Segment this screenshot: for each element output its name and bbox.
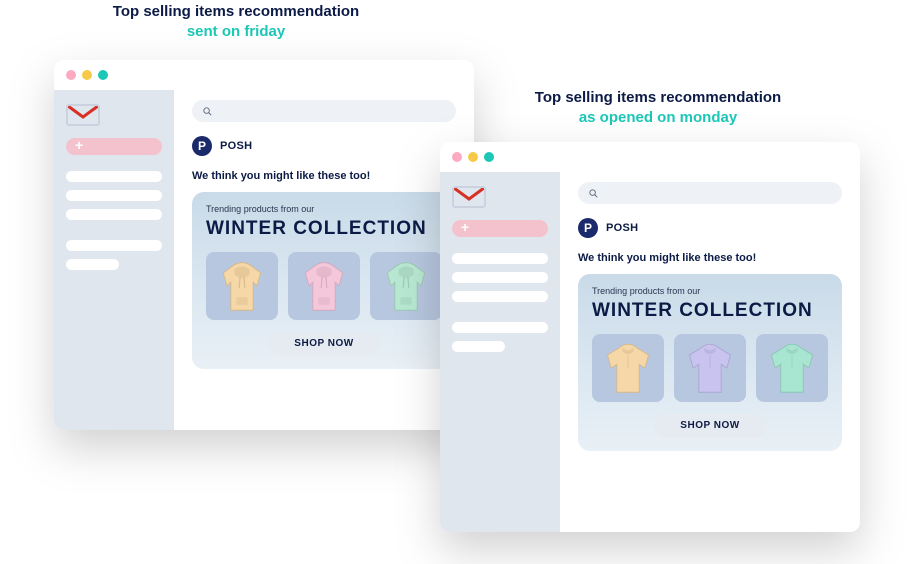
window-body: P POSH We think you might like these too…: [54, 90, 474, 430]
pullover-icon: [600, 340, 656, 396]
search-icon: [202, 106, 213, 117]
hoodie-icon: [378, 258, 434, 314]
nav-item[interactable]: [452, 341, 505, 352]
product-card[interactable]: [592, 334, 664, 402]
hoodie-icon: [214, 258, 270, 314]
titlebar: [54, 60, 474, 90]
nav-group-1: [66, 171, 162, 220]
gmail-icon: [66, 102, 100, 128]
window-min-dot[interactable]: [82, 70, 92, 80]
nav-item[interactable]: [66, 209, 162, 220]
banner-title: WINTER COLLECTION: [592, 300, 828, 322]
search-input[interactable]: [192, 100, 456, 122]
banner-title: WINTER COLLECTION: [206, 218, 442, 240]
annotation-right: Top selling items recommendation as open…: [498, 88, 818, 129]
email-subject: We think you might like these too!: [192, 170, 456, 182]
nav-item[interactable]: [66, 171, 162, 182]
mail-sidebar: [440, 172, 560, 532]
compose-button[interactable]: [66, 138, 162, 155]
sender-name: POSH: [220, 140, 252, 152]
hoodie-icon: [296, 258, 352, 314]
product-row: [592, 334, 828, 402]
gmail-icon: [452, 184, 486, 210]
nav-item[interactable]: [452, 322, 548, 333]
annotation-left: Top selling items recommendation sent on…: [86, 2, 386, 43]
nav-item[interactable]: [66, 240, 162, 251]
nav-item[interactable]: [452, 291, 548, 302]
product-card[interactable]: [756, 334, 828, 402]
search-icon: [588, 188, 599, 199]
nav-item[interactable]: [66, 190, 162, 201]
sender-avatar: P: [192, 136, 212, 156]
email-window-monday: P POSH We think you might like these too…: [440, 142, 860, 532]
search-input[interactable]: [578, 182, 842, 204]
nav-group-2: [452, 322, 548, 352]
banner-subtitle: Trending products from our: [592, 286, 828, 296]
window-min-dot[interactable]: [468, 152, 478, 162]
email-banner: Trending products from our WINTER COLLEC…: [192, 192, 456, 369]
window-close-dot[interactable]: [66, 70, 76, 80]
product-card[interactable]: [674, 334, 746, 402]
window-close-dot[interactable]: [452, 152, 462, 162]
email-banner: Trending products from our WINTER COLLEC…: [578, 274, 842, 451]
nav-item[interactable]: [452, 253, 548, 264]
product-card[interactable]: [370, 252, 442, 320]
sender-row: P POSH: [192, 136, 456, 156]
annotation-left-line2: sent on friday: [86, 22, 386, 42]
window-body: P POSH We think you might like these too…: [440, 172, 860, 532]
annotation-right-line2: as opened on monday: [498, 108, 818, 128]
email-subject: We think you might like these too!: [578, 252, 842, 264]
product-card[interactable]: [288, 252, 360, 320]
compose-button[interactable]: [452, 220, 548, 237]
titlebar: [440, 142, 860, 172]
shop-now-button[interactable]: SHOP NOW: [654, 414, 765, 437]
sender-row: P POSH: [578, 218, 842, 238]
shop-now-button[interactable]: SHOP NOW: [268, 332, 379, 355]
sender-name: POSH: [606, 222, 638, 234]
mail-main: P POSH We think you might like these too…: [174, 90, 474, 430]
pullover-icon: [764, 340, 820, 396]
sender-avatar: P: [578, 218, 598, 238]
nav-group-1: [452, 253, 548, 302]
annotation-right-line1: Top selling items recommendation: [498, 88, 818, 108]
nav-group-2: [66, 240, 162, 270]
nav-item[interactable]: [66, 259, 119, 270]
product-row: [206, 252, 442, 320]
pullover-icon: [682, 340, 738, 396]
banner-subtitle: Trending products from our: [206, 204, 442, 214]
mail-sidebar: [54, 90, 174, 430]
window-max-dot[interactable]: [98, 70, 108, 80]
email-window-friday: P POSH We think you might like these too…: [54, 60, 474, 430]
nav-item[interactable]: [452, 272, 548, 283]
product-card[interactable]: [206, 252, 278, 320]
mail-main: P POSH We think you might like these too…: [560, 172, 860, 532]
annotation-left-line1: Top selling items recommendation: [86, 2, 386, 22]
window-max-dot[interactable]: [484, 152, 494, 162]
